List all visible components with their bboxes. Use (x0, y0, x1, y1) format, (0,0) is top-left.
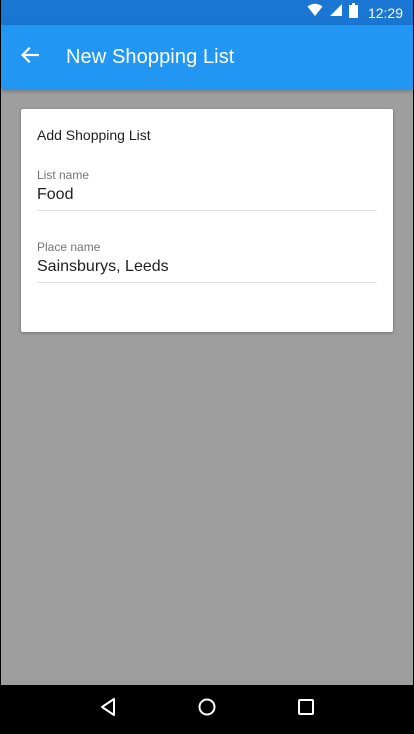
status-icons: 12:29 (307, 0, 403, 25)
page-title: New Shopping List (66, 45, 235, 68)
list-name-input[interactable] (37, 182, 377, 211)
arrow-back-icon (20, 46, 40, 68)
app-bar: New Shopping List (1, 25, 413, 89)
nav-home-button[interactable] (183, 686, 231, 734)
status-time: 12:29 (367, 4, 403, 21)
place-name-field: Place name (37, 240, 377, 283)
nav-bar (1, 685, 413, 734)
list-name-label: List name (37, 168, 90, 182)
home-circle-icon (197, 697, 217, 722)
nav-back-button[interactable] (84, 686, 132, 734)
card-title: Add Shopping List (37, 127, 151, 143)
signal-icon (329, 3, 343, 22)
add-shopping-list-card: Add Shopping List List name Place name (21, 109, 393, 332)
status-bar: 12:29 (1, 0, 413, 25)
recents-square-icon (297, 698, 315, 721)
wifi-icon (307, 3, 323, 22)
place-name-input[interactable] (37, 254, 377, 283)
back-button[interactable] (2, 29, 58, 85)
place-name-label: Place name (37, 240, 101, 254)
screen: 12:29 New Shopping List Add Shopping Lis… (1, 0, 413, 734)
battery-icon (348, 2, 358, 23)
back-triangle-icon (99, 697, 117, 722)
list-name-field: List name (37, 168, 377, 211)
nav-recents-button[interactable] (282, 686, 330, 734)
